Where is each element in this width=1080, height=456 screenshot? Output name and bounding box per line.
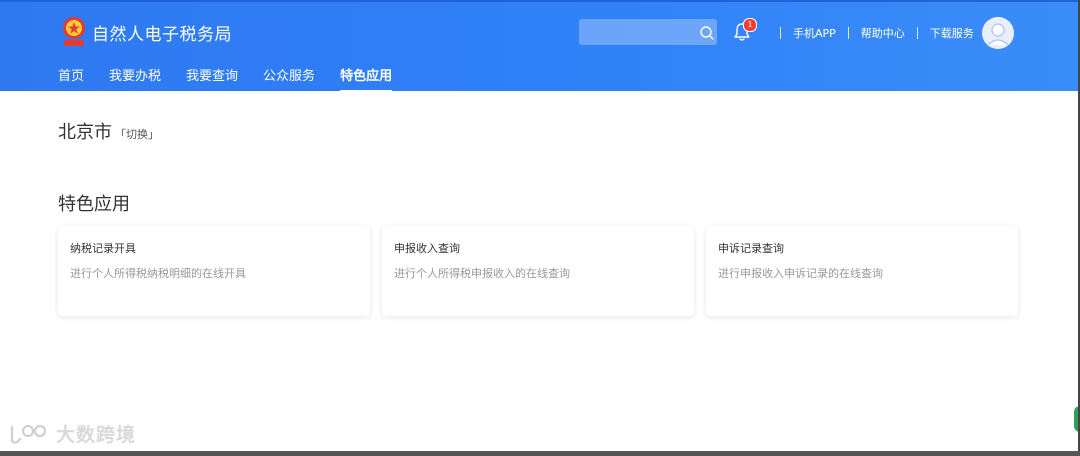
- separator: [780, 27, 781, 39]
- city-name: 北京市: [58, 122, 112, 143]
- tab-tax-handling[interactable]: 我要办税: [109, 68, 161, 92]
- search-input[interactable]: [579, 19, 717, 45]
- mobile-app-link[interactable]: 手机APP: [793, 25, 836, 41]
- separator: [916, 27, 918, 39]
- help-center-link[interactable]: 帮助中心: [861, 25, 905, 41]
- tab-home[interactable]: 首页: [58, 68, 84, 92]
- app-cards: 纳税记录开具 进行个人所得税纳税明细的在线开具 申报收入查询 进行个人所得税申报…: [58, 226, 1019, 316]
- section-title: 特色应用: [58, 194, 130, 215]
- page: 自然人电子税务局 1 手机APP 帮助中心 下载服务 首页 我要办税 我要查询 …: [0, 0, 1080, 456]
- card-title: 纳税记录开具: [70, 242, 136, 255]
- watermark-text: 大数跨境: [56, 424, 137, 446]
- top-links: 手机APP 帮助中心 下载服务: [768, 24, 974, 42]
- user-avatar-icon[interactable]: [982, 17, 1014, 49]
- watermark-logo-icon: [10, 424, 47, 444]
- card-income-query[interactable]: 申报收入查询 进行个人所得税申报收入的在线查询: [382, 226, 694, 316]
- tab-featured-apps[interactable]: 特色应用: [340, 68, 393, 92]
- tab-query[interactable]: 我要查询: [186, 68, 238, 92]
- search-icon[interactable]: [699, 25, 715, 41]
- card-description: 进行个人所得税纳税明细的在线开具: [70, 267, 246, 280]
- tab-public-services[interactable]: 公众服务: [263, 68, 315, 92]
- notification-badge: 1: [743, 18, 757, 32]
- window-bottom-edge: [0, 451, 1080, 456]
- card-tax-record[interactable]: 纳税记录开具 进行个人所得税纳税明细的在线开具: [58, 226, 370, 316]
- watermark: 大数跨境: [8, 420, 136, 447]
- tax-emblem-icon[interactable]: [60, 14, 88, 48]
- header: 自然人电子税务局 1 手机APP 帮助中心 下载服务 首页 我要办税 我要查询 …: [0, 0, 1080, 92]
- site-title[interactable]: 自然人电子税务局: [92, 20, 232, 45]
- avatar-figure-icon: [982, 17, 1014, 49]
- switch-city-link[interactable]: 「切换」: [115, 126, 159, 142]
- location-bar: 北京市 「切换」: [58, 118, 159, 144]
- download-service-link[interactable]: 下载服务: [930, 25, 974, 41]
- card-description: 进行申报收入申诉记录的在线查询: [718, 267, 883, 280]
- card-title: 申诉记录查询: [718, 242, 784, 255]
- card-appeal-query[interactable]: 申诉记录查询 进行申报收入申诉记录的在线查询: [706, 226, 1018, 316]
- card-description: 进行个人所得税申报收入的在线查询: [394, 267, 570, 280]
- card-title: 申报收入查询: [394, 242, 460, 255]
- main-nav: 首页 我要办税 我要查询 公众服务 特色应用: [58, 68, 417, 92]
- separator: [847, 27, 849, 39]
